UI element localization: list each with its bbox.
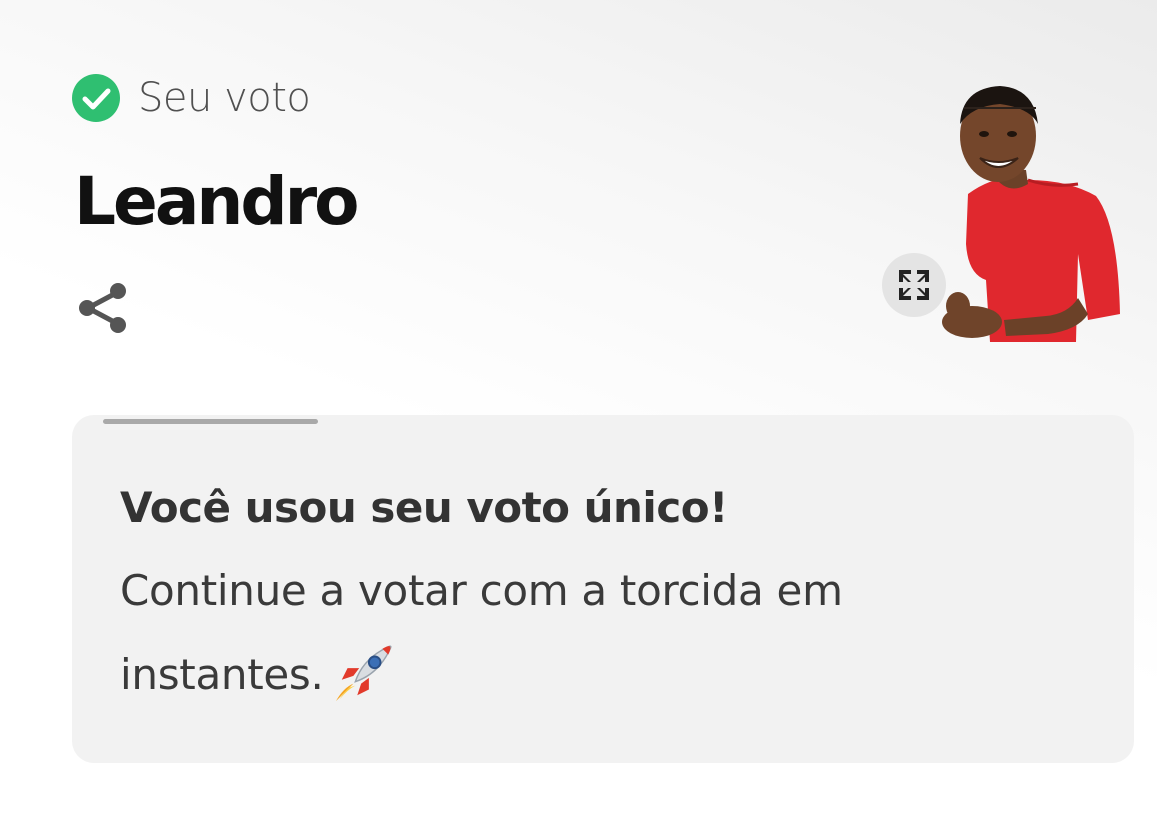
share-icon[interactable] (76, 280, 130, 336)
expand-photo-button[interactable] (882, 253, 946, 317)
expand-icon (899, 270, 929, 300)
participant-photo[interactable] (928, 84, 1128, 346)
vote-status: Seu voto (72, 74, 311, 122)
rocket-icon (335, 644, 392, 701)
progress-fill (103, 419, 319, 424)
participant-name: Leandro (74, 163, 359, 240)
message-title: Você usou seu voto único! (120, 483, 728, 532)
message-body-container: Continue a votar com a torcida em instan… (120, 549, 940, 717)
progress-bar (103, 419, 581, 424)
check-circle-icon (72, 74, 120, 122)
message-card: Você usou seu voto único! Continue a vot… (72, 415, 1134, 763)
vote-status-label: Seu voto (138, 75, 311, 121)
message-body: Continue a votar com a torcida em instan… (120, 566, 843, 699)
